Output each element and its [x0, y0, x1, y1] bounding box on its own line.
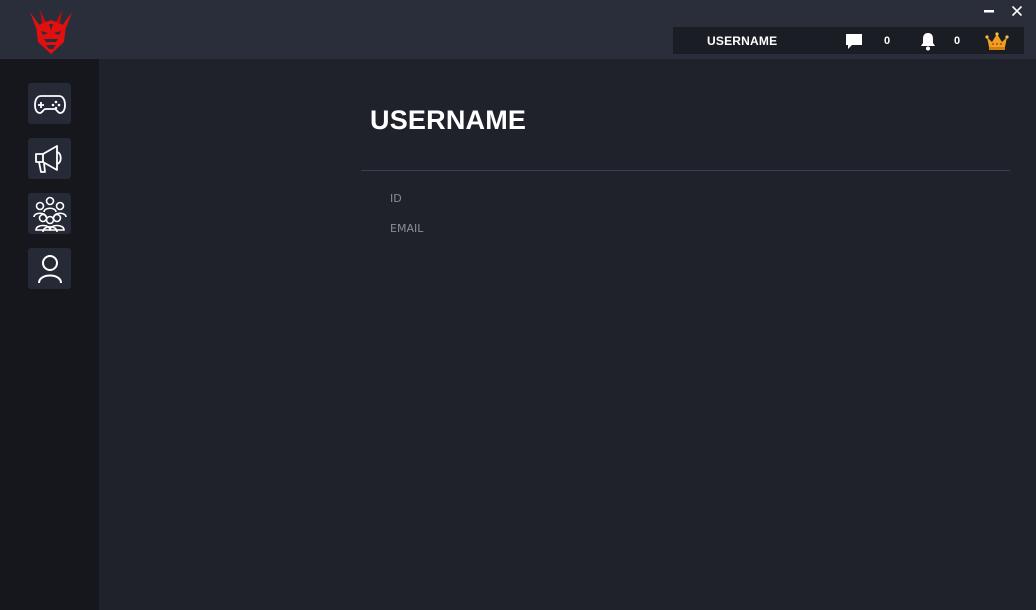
sidebar: [0, 59, 99, 610]
dragon-logo-icon: [26, 6, 76, 56]
close-icon[interactable]: [1006, 2, 1028, 20]
chat-bubble-icon[interactable]: [843, 30, 865, 52]
page-title: USERNAME: [370, 105, 527, 135]
sidebar-item-announcements[interactable]: [28, 138, 71, 179]
title-bar: USERNAME 0 0: [0, 0, 1036, 59]
megaphone-icon: [34, 144, 62, 173]
user-icon: [37, 254, 62, 283]
app-window: USERNAME 0 0 USERNAME ID EMAIL: [0, 0, 1036, 610]
messages-count: 0: [884, 35, 891, 47]
notifications-count: 0: [954, 35, 961, 47]
email-label: EMAIL: [390, 222, 424, 235]
sidebar-item-community[interactable]: [28, 193, 71, 234]
window-controls: [978, 2, 1028, 20]
main-content: USERNAME ID EMAIL: [99, 59, 1036, 610]
divider: [361, 170, 1010, 171]
user-status-bar: USERNAME 0 0: [673, 27, 1024, 54]
crown-icon[interactable]: [984, 30, 1010, 52]
bell-icon[interactable]: [917, 30, 939, 52]
sidebar-item-games[interactable]: [28, 83, 71, 124]
username-label[interactable]: USERNAME: [707, 34, 777, 48]
group-icon: [32, 196, 67, 232]
gamepad-icon: [33, 94, 66, 114]
id-label: ID: [390, 192, 402, 205]
sidebar-item-profile[interactable]: [28, 248, 71, 289]
minimize-icon[interactable]: [978, 2, 1000, 20]
